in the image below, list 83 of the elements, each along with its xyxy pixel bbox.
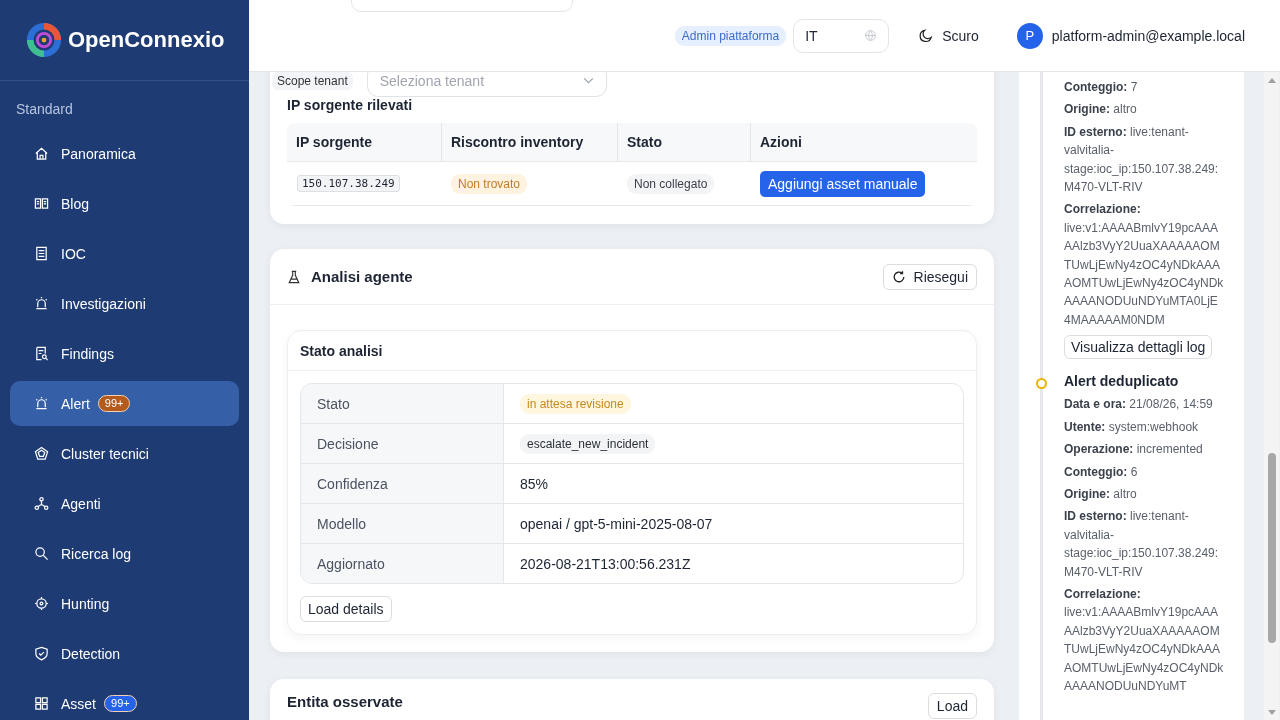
count-badge: 99+	[97, 395, 131, 412]
card-title: Entita osservate	[287, 693, 403, 710]
grid-icon	[34, 696, 49, 711]
table-cell: openai / gpt-5-mini-2025-08-07	[520, 515, 713, 532]
card-title: IP sorgente rilevati	[287, 97, 413, 113]
column-header: IP sorgente	[295, 133, 373, 152]
event-field: Data e ora: 21/08/26, 14:59	[1064, 395, 1224, 414]
sidebar-item[interactable]: Detection	[10, 631, 239, 676]
sidebar-item[interactable]: Blog	[10, 181, 239, 226]
event-field: Utente: system:webhook	[1064, 417, 1224, 437]
column-header: Stato	[617, 123, 750, 161]
pentagon-icon	[34, 446, 49, 461]
flask-icon	[287, 269, 301, 284]
scroll-up-icon[interactable]	[1267, 77, 1276, 83]
event-field: ID esterno: live:tenant-valvitalia-stage:ioc_ip:150.107.38.249:M470-VLT-RIV	[1064, 122, 1224, 197]
sidebar-item[interactable]: Hunting	[10, 581, 239, 626]
load-details-button[interactable]: Load details	[300, 596, 392, 622]
moon-icon	[919, 28, 935, 43]
timeline-dot	[1036, 378, 1047, 390]
target-icon	[34, 596, 49, 611]
load-button[interactable]: Load	[927, 693, 977, 719]
table-cell: 85%	[520, 475, 549, 492]
list-icon	[34, 246, 49, 261]
rerun-button[interactable]: Riesegui	[882, 263, 977, 290]
event-field: Correlazione: live:v1:AAAABmlvY19pcAAAAAlzb3VyY2UuaXAAAAAOMTUwLjEwNy4zOC4yNDkAAAAOMTUwLjEwNy4zOC4yNDkAAAANODUuNDYuMT	[1064, 584, 1224, 696]
event-field: Origine: altro	[1064, 100, 1224, 119]
chevron-down-icon	[582, 77, 594, 84]
scrollbar[interactable]	[1264, 72, 1279, 720]
table-cell: Decisione	[301, 424, 504, 463]
logo-icon	[25, 21, 63, 59]
scroll-down-icon[interactable]	[1267, 710, 1276, 716]
event-field: Origine: altro	[1064, 484, 1224, 504]
refresh-icon	[891, 269, 906, 284]
scope-label: Scope tenant	[272, 72, 353, 90]
table-cell: Aggiornato	[301, 544, 504, 583]
inventory-badge: Non trovato	[451, 173, 528, 194]
panel-title: Stato analisi	[288, 331, 976, 371]
search-icon	[34, 546, 49, 561]
event-field: Correlazione: live:v1:AAAABmlvY19pcAAAAAlzb3VyY2UuaXAAAAAOMTUwLjEwNy4zOC4yNDkAAAAOMTUwLjEwNy4zOC4yNDkAAAANODUuNDYuMTA0LjE4MAAAAAM0NDM	[1064, 200, 1224, 330]
sidebar-item[interactable]: Asset 99+	[10, 681, 239, 720]
report-icon	[34, 346, 49, 361]
home-icon	[34, 146, 49, 161]
table-cell: Modello	[301, 504, 504, 543]
add-asset-button[interactable]: Aggiungi asset manuale	[760, 170, 926, 197]
sidebar-item[interactable]: IOC	[10, 231, 239, 276]
sidebar-item[interactable]: Findings	[10, 331, 239, 376]
table-cell: Stato	[301, 384, 504, 423]
language-select[interactable]: IT	[793, 18, 890, 53]
column-header: Azioni	[750, 123, 977, 161]
event-title: Alert deduplicato	[1064, 373, 1180, 390]
theme-toggle[interactable]: Scuro	[919, 27, 979, 44]
ip-address: 150.107.38.249	[297, 175, 400, 192]
status-badge: Non collegato	[627, 173, 715, 194]
event-field: Operazione: incremented	[1064, 440, 1224, 459]
sidebar-item[interactable]: Investigazioni	[10, 281, 239, 326]
event-field: Conteggio: 7	[1064, 78, 1224, 97]
user-avatar[interactable]: P	[1016, 22, 1043, 49]
sidebar-item[interactable]: Panoramica	[10, 131, 239, 176]
table-cell: 2026-08-21T13:00:56.231Z	[520, 555, 691, 572]
event-field: ID esterno: live:tenant-valvitalia-stage:ioc_ip:150.107.38.249:M470-VLT-RIV	[1064, 507, 1224, 581]
siren-icon	[34, 296, 49, 311]
scroll-thumb[interactable]	[1267, 453, 1276, 643]
value-badge: in attesa revisione	[520, 393, 631, 414]
table-cell: Confidenza	[301, 464, 504, 503]
count-badge: 99+	[104, 695, 137, 712]
book-icon	[34, 196, 49, 211]
sidebar-item[interactable]: Agenti	[10, 481, 239, 526]
column-header: Riscontro inventory	[441, 123, 617, 161]
sidebar-item[interactable]: Cluster tecnici	[10, 431, 239, 476]
card-title: Analisi agente	[311, 268, 413, 285]
sidebar-item[interactable]: Alert 99+	[10, 381, 239, 426]
shield-icon	[34, 646, 49, 661]
user-email: platform-admin@example.local	[1051, 27, 1245, 44]
event-field: Conteggio: 6	[1064, 462, 1224, 481]
section-label: Standard	[15, 100, 74, 119]
siren-icon	[34, 396, 49, 411]
value-badge: escalate_new_incident	[520, 433, 656, 454]
log-details-button[interactable]: Visualizza dettagli log	[1064, 335, 1213, 360]
sidebar-item[interactable]: Ricerca log	[10, 531, 239, 576]
globe-icon	[864, 29, 878, 42]
network-icon	[34, 496, 49, 511]
role-badge: Admin piattaforma	[674, 25, 787, 46]
brand-name: OpenConnexio	[68, 27, 225, 53]
